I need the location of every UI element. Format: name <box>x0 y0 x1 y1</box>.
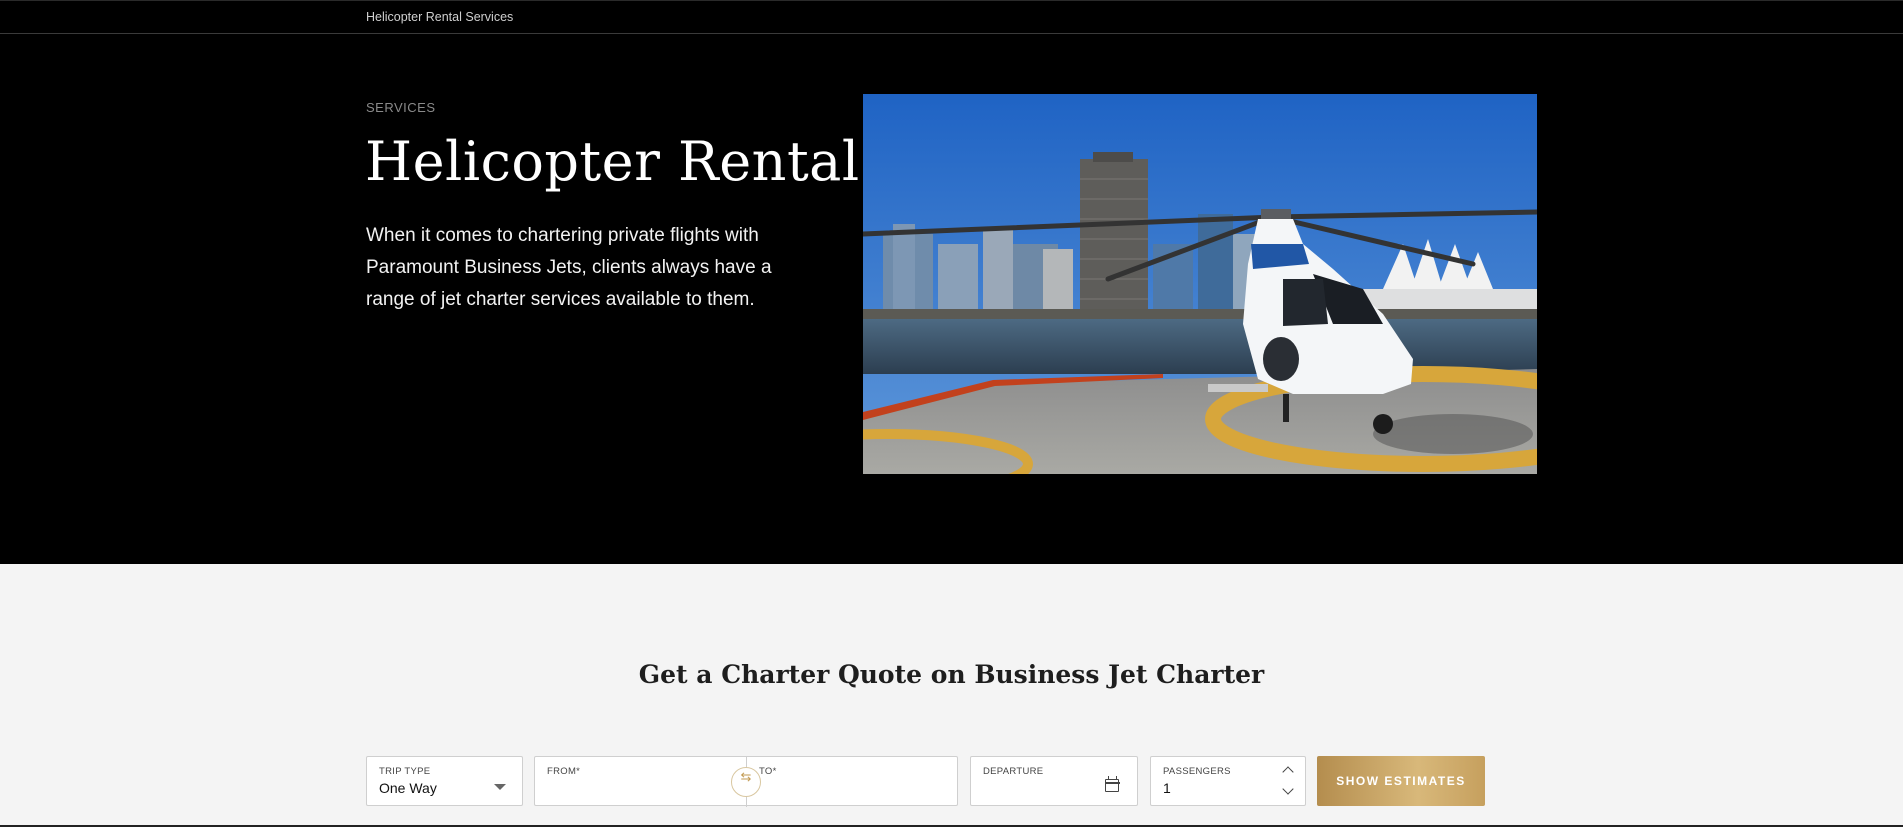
trip-type-select[interactable]: TRIP TYPE One Way <box>366 756 523 806</box>
show-estimates-button[interactable]: SHOW ESTIMATES <box>1317 756 1485 806</box>
passengers-stepper[interactable]: PASSENGERS 1 <box>1150 756 1306 806</box>
page-title: Helicopter Rental <box>365 130 860 193</box>
to-field[interactable]: TO* <box>747 757 959 807</box>
caret-down-icon[interactable] <box>494 784 506 790</box>
chevron-up-icon[interactable] <box>1282 766 1294 778</box>
from-input[interactable] <box>535 757 746 807</box>
helicopter-photo <box>863 94 1537 474</box>
departure-label: DEPARTURE <box>983 766 1044 777</box>
calendar-icon[interactable] <box>1104 776 1120 792</box>
section-eyebrow: SERVICES <box>366 100 436 115</box>
trip-type-label: TRIP TYPE <box>379 766 431 777</box>
chevron-down-icon[interactable] <box>1282 783 1294 795</box>
departure-field[interactable]: DEPARTURE <box>970 756 1138 806</box>
from-field[interactable]: FROM* <box>535 757 746 807</box>
passengers-value[interactable]: 1 <box>1163 780 1171 796</box>
quote-title: Get a Charter Quote on Business Jet Char… <box>638 660 1265 689</box>
trip-type-value: One Way <box>379 780 437 796</box>
swap-arrows-icon[interactable]: ⇆ <box>731 767 761 797</box>
breadcrumb[interactable]: Helicopter Rental Services <box>366 10 513 24</box>
top-bar: Helicopter Rental Services <box>0 0 1903 34</box>
hero-section: SERVICES Helicopter Rental When it comes… <box>0 34 1903 564</box>
to-input[interactable] <box>747 757 959 807</box>
route-fields: FROM* TO* ⇆ <box>534 756 959 807</box>
hero-description: When it comes to chartering private flig… <box>366 225 772 310</box>
passengers-label: PASSENGERS <box>1163 766 1231 777</box>
